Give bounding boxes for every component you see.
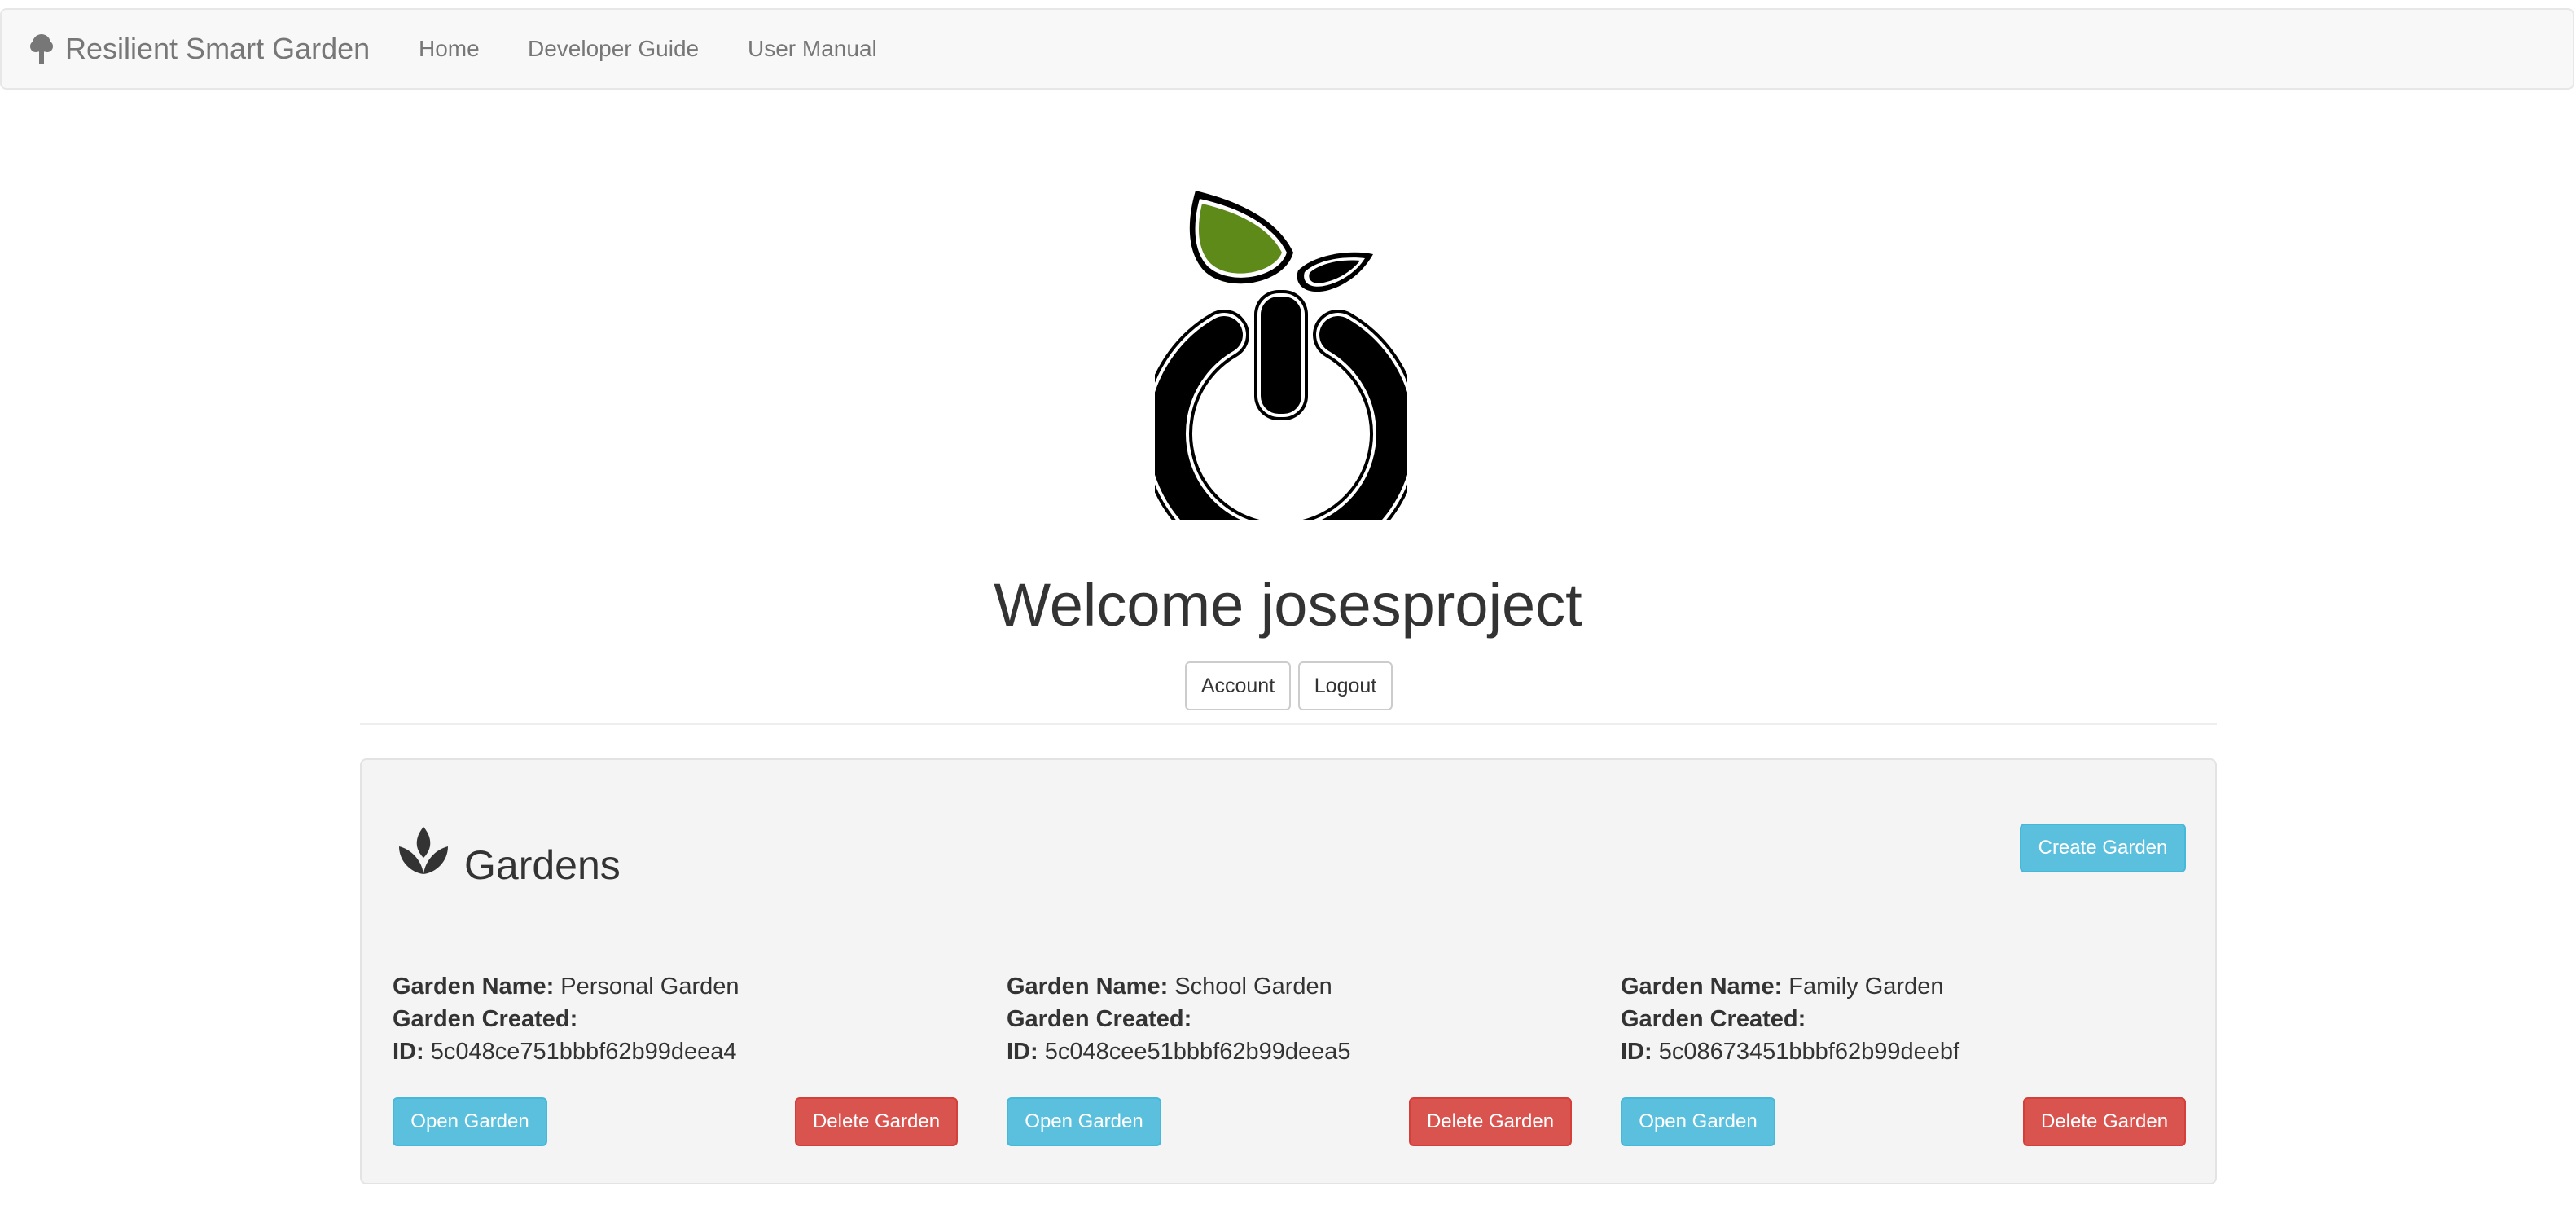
garden-created-row: Garden Created: — [1621, 1006, 1806, 1033]
garden-name-value: Family Garden — [1788, 973, 1944, 1000]
garden-name-value: Personal Garden — [560, 973, 739, 1000]
gardens-panel: Gardens Create Garden Garden Name: Perso… — [360, 758, 2217, 1184]
garden-created-label: Garden Created: — [1007, 1006, 1192, 1032]
create-garden-button[interactable]: Create Garden — [2020, 824, 2186, 872]
garden-name-row: Garden Name: Personal Garden — [393, 973, 739, 1000]
welcome-heading: Welcome josesproject — [994, 571, 1582, 639]
garden-card: Garden Name: Personal Garden Garden Crea… — [393, 973, 958, 1161]
delete-garden-button[interactable]: Delete Garden — [795, 1097, 958, 1146]
divider — [360, 723, 2217, 725]
garden-id-value: 5c048ce751bbbf62b99deea4 — [430, 1039, 737, 1065]
account-button[interactable]: Account — [1185, 661, 1291, 710]
delete-garden-button[interactable]: Delete Garden — [2023, 1097, 2186, 1146]
garden-card: Garden Name: Family Garden Garden Create… — [1621, 973, 2186, 1161]
garden-name-row: Garden Name: School Garden — [1007, 973, 1332, 1000]
garden-created-row: Garden Created: — [393, 1006, 577, 1033]
garden-name-value: School Garden — [1174, 973, 1332, 1000]
garden-id-label: ID: — [1007, 1039, 1038, 1065]
garden-id-row: ID: 5c048cee51bbbf62b99deea5 — [1007, 1039, 1351, 1066]
garden-card: Garden Name: School Garden Garden Create… — [1007, 973, 1572, 1161]
open-garden-button[interactable]: Open Garden — [1007, 1097, 1161, 1146]
navbar: Resilient Smart Garden Home Developer Gu… — [0, 8, 2574, 90]
nav-home[interactable]: Home — [419, 10, 480, 88]
tree-icon — [30, 34, 53, 64]
open-garden-button[interactable]: Open Garden — [1621, 1097, 1775, 1146]
power-sprout-logo — [1155, 191, 1407, 520]
garden-id-value: 5c048cee51bbbf62b99deea5 — [1044, 1039, 1351, 1065]
garden-id-row: ID: 5c048ce751bbbf62b99deea4 — [393, 1039, 737, 1066]
navbar-brand[interactable]: Resilient Smart Garden — [29, 10, 370, 88]
brand-title: Resilient Smart Garden — [65, 32, 371, 65]
garden-id-label: ID: — [1621, 1039, 1652, 1065]
garden-id-value: 5c08673451bbbf62b99deebf — [1658, 1039, 1960, 1065]
garden-id-row: ID: 5c08673451bbbf62b99deebf — [1621, 1039, 1959, 1066]
sprout-icon — [399, 827, 448, 874]
logout-button[interactable]: Logout — [1298, 661, 1393, 710]
garden-name-label: Garden Name: — [1621, 973, 1783, 1000]
gardens-title: Gardens — [464, 842, 621, 888]
garden-created-label: Garden Created: — [1621, 1006, 1806, 1032]
garden-created-label: Garden Created: — [393, 1006, 578, 1032]
nav-user-manual[interactable]: User Manual — [748, 10, 877, 88]
garden-name-row: Garden Name: Family Garden — [1621, 973, 1943, 1000]
nav-developer-guide[interactable]: Developer Guide — [528, 10, 699, 88]
garden-name-label: Garden Name: — [393, 973, 555, 1000]
garden-created-row: Garden Created: — [1007, 1006, 1191, 1033]
delete-garden-button[interactable]: Delete Garden — [1409, 1097, 1572, 1146]
garden-id-label: ID: — [393, 1039, 424, 1065]
garden-name-label: Garden Name: — [1007, 973, 1169, 1000]
open-garden-button[interactable]: Open Garden — [393, 1097, 547, 1146]
